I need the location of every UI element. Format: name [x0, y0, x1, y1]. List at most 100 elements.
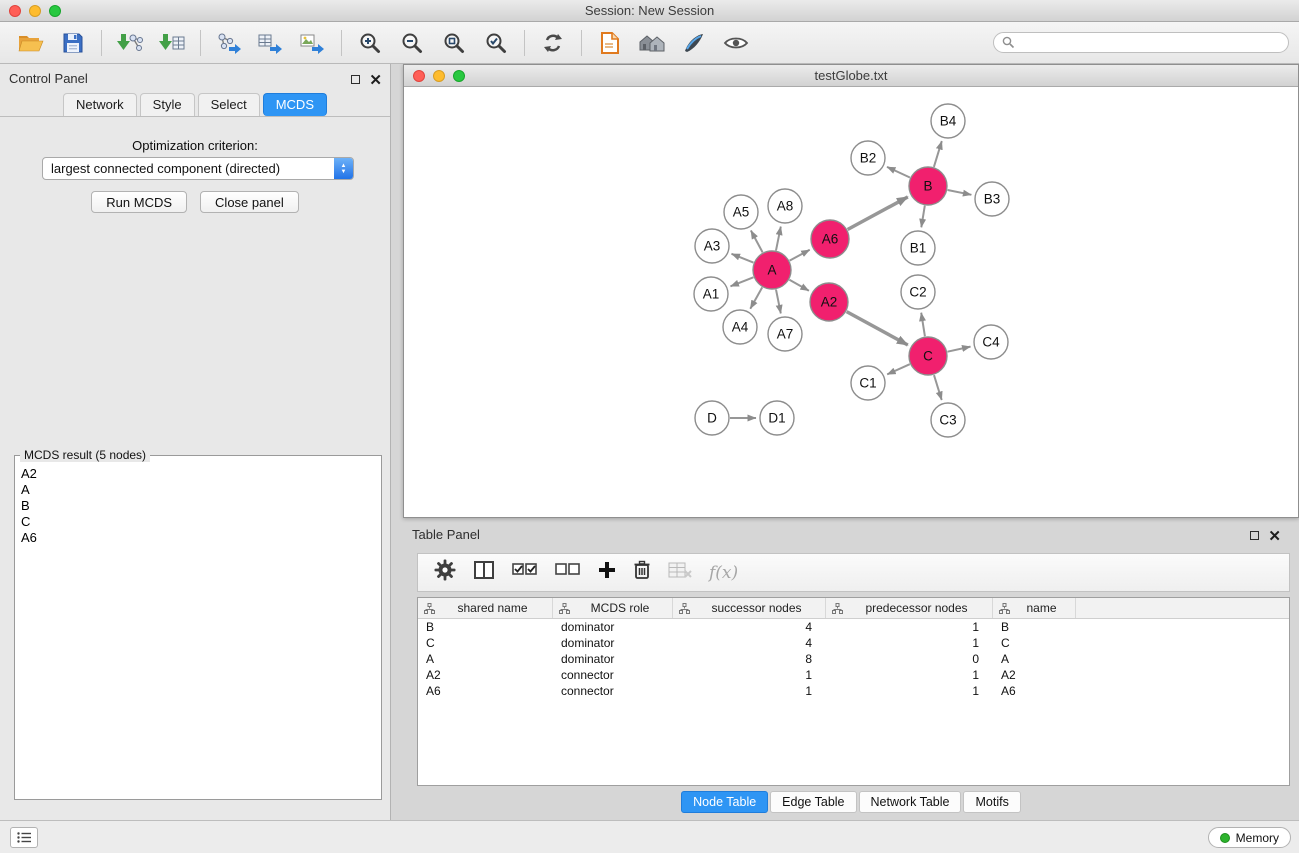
delete-table-button[interactable] — [668, 561, 692, 584]
graph-node-A1[interactable]: A1 — [694, 277, 728, 311]
close-panel-button[interactable]: Close panel — [200, 191, 299, 213]
graph-node-A8[interactable]: A8 — [768, 189, 802, 223]
graph-node-B2[interactable]: B2 — [851, 141, 885, 175]
import-network-button[interactable] — [109, 25, 151, 61]
export-network-button[interactable] — [208, 25, 250, 61]
graph-node-B4[interactable]: B4 — [931, 104, 965, 138]
edge-A6-B[interactable] — [848, 197, 908, 230]
graph-node-C2[interactable]: C2 — [901, 275, 935, 309]
tab-node-table[interactable]: Node Table — [681, 791, 768, 813]
edge-A-A5[interactable] — [751, 231, 763, 253]
graph-node-B3[interactable]: B3 — [975, 182, 1009, 216]
graph-node-D[interactable]: D — [695, 401, 729, 435]
edge-A-A8[interactable] — [776, 227, 781, 251]
list-item[interactable]: A2 — [21, 466, 381, 482]
edge-A-A2[interactable] — [789, 280, 809, 291]
column-header-MCDS-role[interactable]: MCDS role — [553, 598, 673, 618]
edge-B-B4[interactable] — [934, 141, 942, 167]
edge-B-B3[interactable] — [948, 190, 972, 195]
graph-node-D1[interactable]: D1 — [760, 401, 794, 435]
edge-A2-C[interactable] — [847, 312, 908, 345]
column-header-name[interactable]: name — [993, 598, 1076, 618]
edge-A-A1[interactable] — [731, 277, 754, 286]
column-header-shared-name[interactable]: shared name — [418, 598, 553, 618]
graph-node-C1[interactable]: C1 — [851, 366, 885, 400]
optimization-criterion-dropdown[interactable]: largest connected component (directed) ▲… — [42, 157, 354, 180]
table-row[interactable]: Cdominator41C — [418, 635, 1289, 651]
edge-C-C3[interactable] — [934, 375, 942, 400]
table-row[interactable]: Bdominator41B — [418, 619, 1289, 635]
tab-select[interactable]: Select — [198, 93, 260, 116]
graph-node-A4[interactable]: A4 — [723, 310, 757, 344]
table-panel-float-button[interactable] — [1250, 527, 1259, 545]
task-history-button[interactable] — [10, 827, 38, 848]
import-table-button[interactable] — [151, 25, 193, 61]
zoom-selected-button[interactable] — [475, 25, 517, 61]
graph-node-A5[interactable]: A5 — [724, 195, 758, 229]
control-panel-float-button[interactable] — [351, 71, 360, 89]
report-button[interactable] — [589, 25, 631, 61]
tab-network-table[interactable]: Network Table — [859, 791, 962, 813]
open-session-button[interactable] — [10, 25, 52, 61]
select-all-button[interactable] — [512, 561, 538, 584]
show-columns-button[interactable] — [473, 560, 495, 585]
graph-node-A7[interactable]: A7 — [768, 317, 802, 351]
list-item[interactable]: A6 — [21, 530, 381, 546]
edge-C-C1[interactable] — [887, 364, 910, 374]
tab-motifs[interactable]: Motifs — [963, 791, 1020, 813]
list-item[interactable]: A — [21, 482, 381, 498]
network-graph[interactable]: B4 B2 B B3 A5 A8 A6 B1 A3 A C2 A1 A2 A4 A7 C4 C C1 C3 D D1 — [404, 87, 1298, 517]
home-button[interactable] — [631, 25, 673, 61]
edge-A-A3[interactable] — [732, 254, 754, 263]
export-image-button[interactable] — [292, 25, 334, 61]
show-graphics-button[interactable] — [715, 25, 757, 61]
graph-node-A[interactable]: A — [753, 251, 791, 289]
tab-edge-table[interactable]: Edge Table — [770, 791, 856, 813]
zoom-out-button[interactable] — [391, 25, 433, 61]
export-table-button[interactable] — [250, 25, 292, 61]
graph-node-A6[interactable]: A6 — [811, 220, 849, 258]
edge-A-A7[interactable] — [776, 290, 781, 314]
graph-node-C[interactable]: C — [909, 337, 947, 375]
apply-style-button[interactable] — [673, 25, 715, 61]
edge-A-A4[interactable] — [750, 287, 762, 308]
edge-C-C4[interactable] — [948, 347, 971, 352]
table-settings-button[interactable] — [434, 559, 456, 586]
column-header-predecessor-nodes[interactable]: predecessor nodes — [826, 598, 993, 618]
tab-mcds[interactable]: MCDS — [263, 93, 327, 116]
table-row[interactable]: Adominator80A — [418, 651, 1289, 667]
table-row[interactable]: A2connector11A2 — [418, 667, 1289, 683]
list-item[interactable]: B — [21, 498, 381, 514]
table-panel-close-button[interactable]: ✕ — [1268, 531, 1281, 542]
save-session-button[interactable] — [52, 25, 94, 61]
zoom-in-button[interactable] — [349, 25, 391, 61]
column-header-successor-nodes[interactable]: successor nodes — [673, 598, 826, 618]
network-window-titlebar[interactable]: testGlobe.txt — [404, 65, 1298, 87]
graph-node-C4[interactable]: C4 — [974, 325, 1008, 359]
add-column-button[interactable] — [598, 561, 616, 584]
edge-C-C2[interactable] — [921, 313, 925, 337]
edge-B-B2[interactable] — [887, 167, 910, 178]
graph-node-B[interactable]: B — [909, 167, 947, 205]
control-panel-close-button[interactable]: ✕ — [369, 75, 382, 86]
network-canvas[interactable]: B4 B2 B B3 A5 A8 A6 B1 A3 A C2 A1 A2 A4 A7 C4 C C1 C3 D D1 — [404, 87, 1298, 517]
refresh-view-button[interactable] — [532, 25, 574, 61]
tab-network[interactable]: Network — [63, 93, 137, 116]
tab-style[interactable]: Style — [140, 93, 195, 116]
memory-button[interactable]: Memory — [1208, 827, 1291, 848]
edge-B-B1[interactable] — [921, 206, 925, 228]
delete-column-button[interactable] — [633, 560, 651, 585]
zoom-fit-button[interactable] — [433, 25, 475, 61]
list-item[interactable]: C — [21, 514, 381, 530]
function-builder-button[interactable]: f(x) — [709, 563, 738, 583]
table-row[interactable]: A6connector11A6 — [418, 683, 1289, 699]
graph-node-A2[interactable]: A2 — [810, 283, 848, 321]
run-mcds-button[interactable]: Run MCDS — [91, 191, 187, 213]
graph-node-B1[interactable]: B1 — [901, 231, 935, 265]
graph-node-A3[interactable]: A3 — [695, 229, 729, 263]
graph-node-C3[interactable]: C3 — [931, 403, 965, 437]
search-input[interactable] — [993, 32, 1289, 53]
edge-A-A6[interactable] — [790, 250, 810, 261]
deselect-all-button[interactable] — [555, 561, 581, 584]
app-titlebar[interactable]: Session: New Session — [0, 0, 1299, 22]
